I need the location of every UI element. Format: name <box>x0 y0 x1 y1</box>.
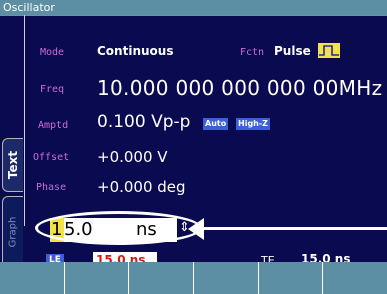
pulse-waveform-icon <box>318 43 340 58</box>
tab-text-label: Text <box>6 150 20 180</box>
freq-value[interactable]: 10.000 000 000 000 00MHz <box>97 76 382 100</box>
offset-label: Offset <box>33 152 70 163</box>
panel-divider <box>24 15 25 226</box>
amptd-value[interactable]: 0.100 Vp-p <box>97 112 190 132</box>
tab-graph-label: Graph <box>7 216 19 248</box>
softkey-5[interactable] <box>258 262 324 294</box>
softkey-1[interactable] <box>0 262 65 294</box>
callout-arrowhead-icon <box>188 218 204 240</box>
phase-value[interactable]: +0.000 deg <box>97 178 186 196</box>
softkey-6[interactable] <box>323 262 387 294</box>
tab-text[interactable]: Text <box>2 138 23 192</box>
window-title: Oscillator <box>3 1 55 14</box>
softkey-4[interactable] <box>194 262 259 294</box>
softkey-bar <box>0 262 387 294</box>
callout-line <box>203 227 387 230</box>
amptd-label: Amptd <box>38 120 69 131</box>
offset-value[interactable]: +0.000 V <box>97 148 168 166</box>
softkey-3[interactable] <box>129 262 195 294</box>
auto-badge: Auto <box>203 118 229 130</box>
fctn-value[interactable]: Pulse <box>274 44 311 58</box>
freq-label: Freq <box>40 84 65 95</box>
tab-graph[interactable]: Graph <box>2 196 23 268</box>
fctn-label: Fctn <box>240 47 265 58</box>
callout-ellipse <box>35 211 202 245</box>
phase-label: Phase <box>36 182 67 193</box>
mode-label: Mode <box>40 47 65 58</box>
softkey-2[interactable] <box>64 262 130 294</box>
mode-value[interactable]: Continuous <box>97 44 173 58</box>
window-title-bar: Oscillator <box>0 0 387 15</box>
high-z-badge: High-Z <box>236 118 270 130</box>
